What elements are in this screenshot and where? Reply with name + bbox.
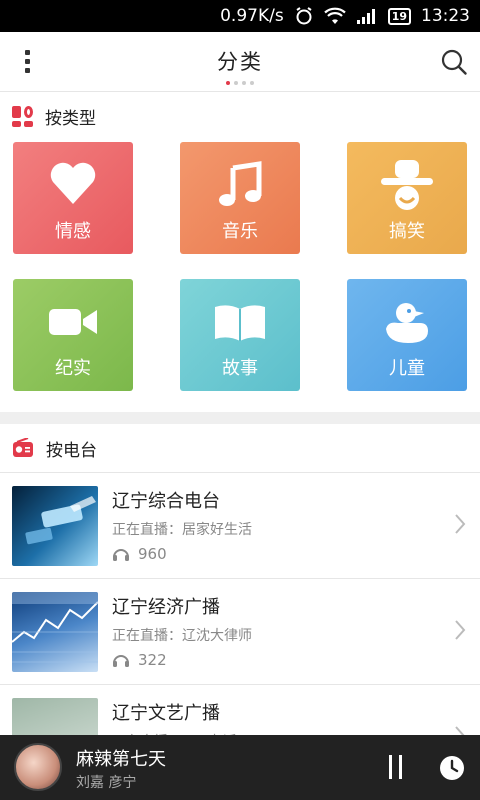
section-header-station: 按电台	[0, 424, 480, 472]
wifi-icon	[323, 7, 346, 25]
category-label: 纪实	[55, 358, 91, 379]
category-tile-funny[interactable]: 搞笑	[347, 142, 467, 254]
battery-icon: 19	[387, 7, 411, 25]
listener-count: 960	[138, 545, 167, 563]
status-bar: 0.97K/s 19 13:23	[0, 0, 480, 32]
duck-icon	[386, 303, 428, 343]
station-name: 辽宁经济广播	[112, 597, 220, 618]
category-label: 儿童	[389, 358, 425, 379]
radio-icon	[13, 438, 33, 457]
category-label: 搞笑	[389, 221, 425, 242]
station-now-playing: 正在直播：居家好生活	[112, 522, 252, 538]
page-dot	[234, 81, 238, 85]
mini-player[interactable]: 麻辣第七天 刘嘉 彦宁	[0, 735, 480, 800]
album-cover[interactable]	[14, 743, 62, 791]
page-dot	[242, 81, 246, 85]
alarm-icon	[294, 6, 314, 26]
category-tile-story[interactable]: 故事	[180, 279, 300, 391]
clock-timer-icon[interactable]	[438, 754, 466, 782]
category-tile-documentary[interactable]: 纪实	[13, 279, 133, 391]
clown-icon	[381, 160, 433, 210]
player-artist: 刘嘉 彦宁	[76, 775, 137, 791]
clock-time: 13:23	[421, 6, 470, 26]
section-label: 按电台	[46, 440, 97, 461]
category-tile-emotion[interactable]: 情感	[13, 142, 133, 254]
station-listeners: 960	[112, 545, 167, 563]
network-speed: 0.97K/s	[220, 6, 284, 26]
section-divider	[0, 412, 480, 424]
category-label: 故事	[222, 358, 258, 379]
page-dot-active	[226, 81, 230, 85]
signal-icon	[356, 7, 378, 25]
top-bar: 分类	[0, 32, 480, 92]
page-dot	[250, 81, 254, 85]
station-listeners: 322	[112, 651, 167, 669]
page-indicator	[226, 81, 254, 85]
headphones-icon	[113, 549, 129, 561]
station-thumbnail	[12, 592, 98, 672]
page-title: 分类	[217, 50, 263, 74]
search-icon[interactable]	[440, 48, 468, 76]
section-header-type: 按类型	[0, 92, 480, 140]
chevron-right-icon	[455, 620, 466, 640]
station-name: 辽宁综合电台	[112, 491, 220, 512]
headphones-icon	[113, 655, 129, 667]
category-tile-kids[interactable]: 儿童	[347, 279, 467, 391]
section-label: 按类型	[45, 108, 96, 129]
category-label: 情感	[55, 221, 91, 242]
pause-bar	[388, 755, 392, 779]
pause-button[interactable]	[384, 755, 406, 781]
listener-count: 322	[138, 651, 167, 669]
station-thumbnail	[12, 486, 98, 566]
pause-bar	[398, 755, 402, 779]
station-name: 辽宁文艺广播	[112, 703, 220, 724]
music-note-icon	[219, 161, 262, 206]
heart-icon	[50, 162, 96, 204]
station-row[interactable]: 辽宁综合电台 正在直播：居家好生活 960	[0, 472, 480, 578]
player-track-title: 麻辣第七天	[76, 749, 166, 770]
chevron-right-icon	[455, 514, 466, 534]
category-grid-icon	[12, 105, 33, 127]
book-icon	[215, 305, 265, 341]
station-now-playing: 正在直播：辽沈大律师	[112, 628, 252, 644]
category-tile-music[interactable]: 音乐	[180, 142, 300, 254]
station-row[interactable]: 辽宁经济广播 正在直播：辽沈大律师 322	[0, 578, 480, 684]
category-label: 音乐	[222, 221, 258, 242]
video-camera-icon	[49, 309, 97, 335]
